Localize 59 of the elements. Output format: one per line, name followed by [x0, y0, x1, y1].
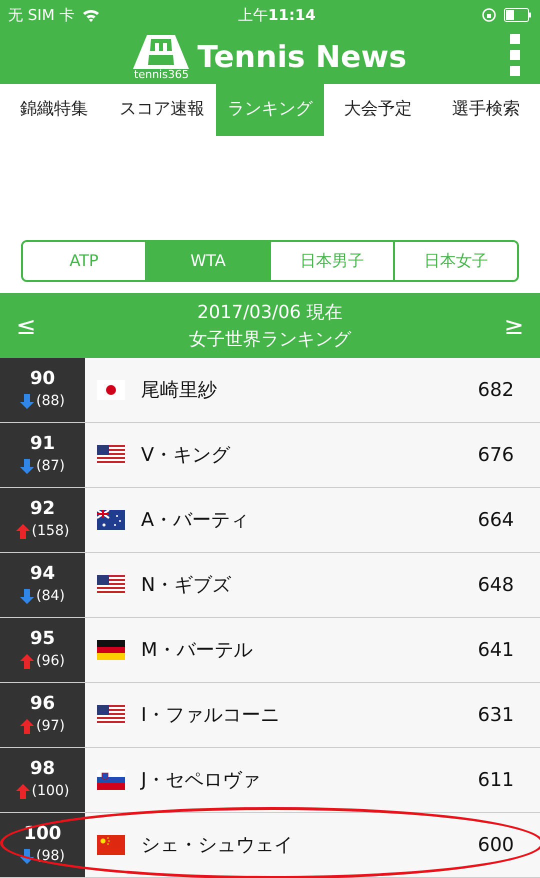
clock-text: 上午11:14	[238, 4, 316, 26]
ranking-points: 682	[478, 378, 514, 403]
player-row[interactable]: A・バーティ 664	[85, 488, 540, 552]
rank-number: 94	[30, 563, 56, 586]
menu-button[interactable]	[510, 34, 520, 76]
previous-rank: (96)	[36, 652, 65, 671]
court-icon	[133, 34, 190, 68]
player-name: M・バーテル	[141, 638, 254, 663]
ranking-points: 664	[478, 508, 514, 533]
rank-number: 91	[30, 433, 56, 456]
ranking-points: 600	[478, 832, 514, 858]
ranking-title: 女子世界ランキング	[189, 328, 351, 352]
flag-icon	[97, 835, 125, 855]
player-name: N・ギブズ	[141, 572, 232, 598]
player-row[interactable]: N・ギブズ 648	[85, 553, 540, 617]
wifi-icon	[82, 8, 100, 22]
ranking-points: 676	[478, 442, 514, 468]
flag-icon	[97, 575, 125, 595]
player-row[interactable]: シェ・シュウェイ 600	[85, 813, 540, 877]
rotation-lock-icon	[482, 8, 496, 22]
battery-icon	[504, 8, 532, 22]
previous-rank: (98)	[36, 846, 65, 866]
previous-rank: (97)	[36, 716, 65, 736]
previous-rank: (158)	[32, 522, 70, 541]
player-name: A・バーティ	[141, 508, 250, 533]
player-name: I・ファルコーニ	[141, 702, 281, 728]
player-name: 尾崎里紗	[141, 378, 218, 403]
player-name: シェ・シュウェイ	[141, 832, 294, 858]
player-name: J・セペロヴァ	[141, 768, 262, 793]
previous-rank: (100)	[32, 782, 70, 801]
flag-icon	[97, 705, 125, 725]
flag-icon	[97, 770, 125, 790]
rank-number: 95	[30, 628, 56, 651]
player-row[interactable]: I・ファルコーニ 631	[85, 683, 540, 747]
ranking-points: 641	[478, 638, 514, 663]
player-row[interactable]: M・バーテル 641	[85, 618, 540, 682]
carrier-text: 无 SIM 卡	[8, 4, 74, 26]
ranking-points: 648	[478, 572, 514, 598]
player-name: V・キング	[141, 442, 232, 468]
rank-number: 90	[30, 368, 56, 391]
player-row[interactable]: 尾崎里紗 682	[85, 358, 540, 422]
previous-rank: (84)	[36, 586, 65, 606]
flag-icon	[97, 380, 125, 400]
ranking-date: 2017/03/06 現在	[197, 300, 343, 324]
ranking-points: 631	[478, 702, 514, 728]
ranking-points: 611	[478, 768, 514, 793]
rank-number: 100	[24, 823, 62, 846]
rank-number: 96	[30, 693, 56, 716]
flag-icon	[97, 640, 125, 660]
previous-rank: (88)	[36, 392, 65, 411]
rank-number: 98	[30, 758, 56, 781]
player-row[interactable]: J・セペロヴァ 611	[85, 748, 540, 812]
logo-text: tennis365	[134, 68, 189, 80]
flag-icon	[97, 510, 125, 530]
player-row[interactable]: V・キング 676	[85, 423, 540, 487]
previous-rank: (87)	[36, 456, 65, 476]
flag-icon	[97, 445, 125, 465]
app-title: Tennis News	[197, 38, 407, 76]
rank-number: 92	[30, 498, 56, 521]
